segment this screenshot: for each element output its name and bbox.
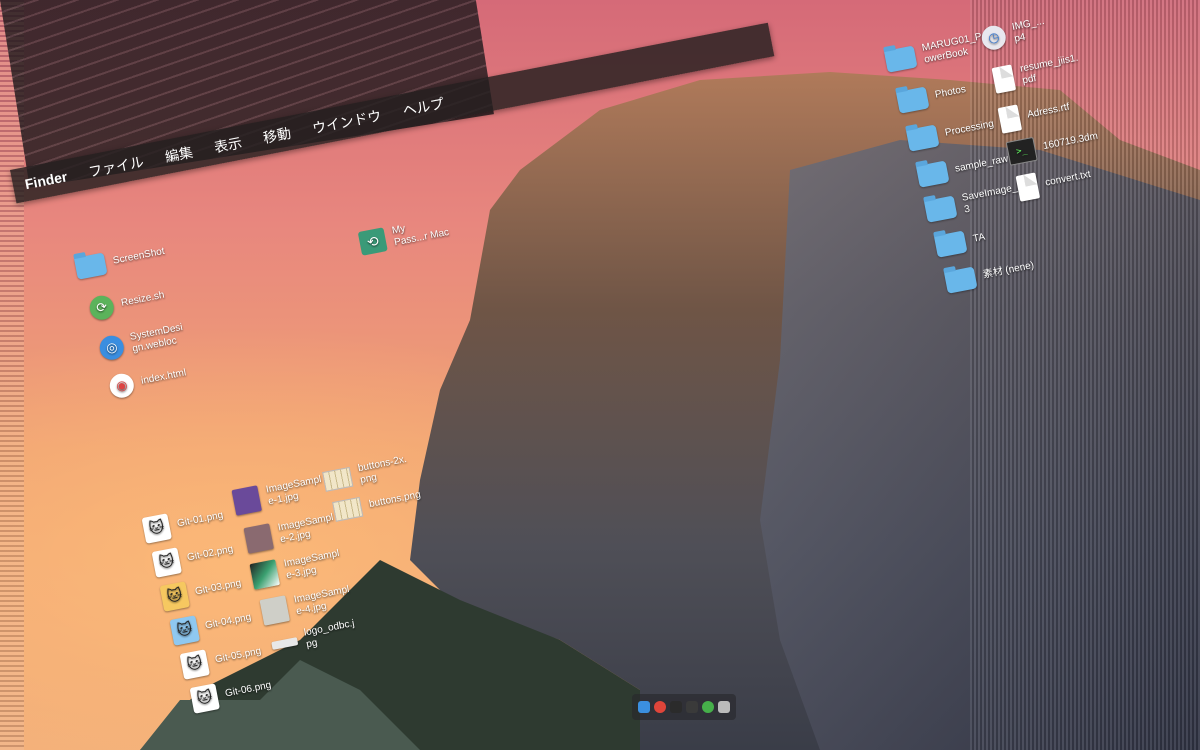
image-thumbnail-icon (271, 637, 299, 650)
chrome-icon: ◉ (107, 371, 136, 400)
github-octocat-icon: 🐱 (151, 547, 183, 578)
icon-label: convert.txt (1044, 168, 1092, 189)
icon-label: Resize.sh (120, 289, 166, 309)
icon-label: Git-01.png (176, 509, 225, 530)
icon-label: Photos (934, 83, 967, 101)
dock (632, 694, 736, 720)
menu-app-finder[interactable]: Finder (23, 168, 68, 192)
menu-view[interactable]: 表示 (212, 132, 244, 157)
icon-label: Git-03.png (194, 577, 243, 598)
github-octocat-icon: 🐱 (169, 615, 201, 646)
image-thumbnail-icon (243, 523, 275, 554)
icon-label: Processing (944, 118, 995, 139)
activity-icon[interactable] (686, 701, 698, 713)
finder-icon[interactable] (638, 701, 650, 713)
icon-label: Git-06.png (224, 679, 273, 700)
script-icon: ⟳ (87, 293, 116, 322)
menu-edit[interactable]: 編集 (163, 142, 195, 167)
app-icon[interactable] (702, 701, 714, 713)
image-thumbnail-icon (259, 595, 291, 626)
desktop: Finder ファイル 編集 表示 移動 ウインドウ ヘルプ ScreenSho… (0, 0, 1200, 750)
time-machine-icon: ⟲ (357, 227, 388, 256)
menu-go[interactable]: 移動 (261, 123, 293, 148)
menu-help[interactable]: ヘルプ (401, 93, 446, 121)
document-icon (997, 104, 1023, 134)
image-thumbnail-icon (249, 559, 281, 590)
quicktime-icon: ◷ (979, 23, 1008, 52)
icon-label: Git-04.png (204, 611, 253, 632)
folder-icon (883, 45, 918, 73)
menu-window[interactable]: ウインドウ (311, 105, 384, 138)
github-octocat-icon: 🐱 (141, 513, 173, 544)
pdf-icon (991, 64, 1017, 94)
github-octocat-icon: 🐱 (179, 649, 211, 680)
chrome-icon[interactable] (654, 701, 666, 713)
icon-label: 素材 (nene) (982, 259, 1035, 281)
folder-icon (923, 195, 958, 223)
icon-label: Git-02.png (186, 543, 235, 564)
sprite-thumbnail-icon (322, 466, 354, 492)
github-octocat-icon: 🐱 (159, 581, 191, 612)
image-thumbnail-icon (231, 485, 263, 516)
github-octocat-icon: 🐱 (189, 683, 221, 714)
icon-label: Git-05.png (214, 645, 263, 666)
terminal-icon[interactable] (670, 701, 682, 713)
safari-icon: ◎ (97, 333, 126, 362)
icon-label: Adress.rtf (1026, 101, 1071, 121)
trash-icon[interactable] (718, 701, 730, 713)
icon-label: 160719.3dm (1042, 130, 1099, 153)
menu-file[interactable]: ファイル (87, 152, 146, 182)
icon-label: TA (972, 231, 987, 245)
icon-label: index.html (140, 367, 188, 387)
